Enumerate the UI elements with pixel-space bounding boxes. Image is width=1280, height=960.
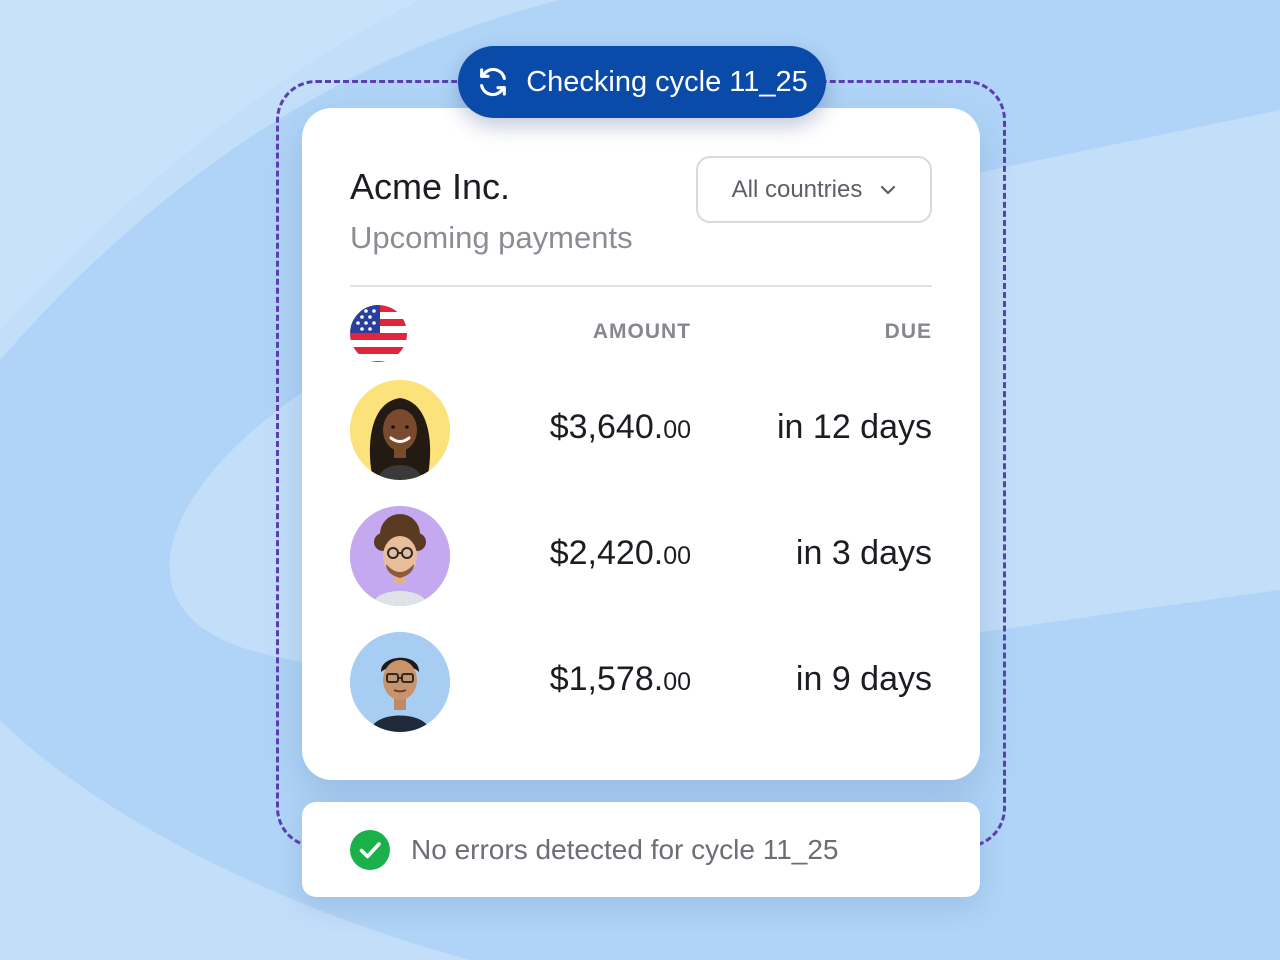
due-column-header: DUE <box>884 320 932 343</box>
amount-main: $1,578. <box>549 660 664 698</box>
payment-amount: $2,420.00 <box>550 534 691 573</box>
card-subtitle: Upcoming payments <box>350 220 633 255</box>
payment-row[interactable]: $1,578.00 in 9 days <box>350 632 932 732</box>
cycle-badge-label: Checking cycle 11_25 <box>526 65 808 98</box>
avatar <box>350 632 450 732</box>
payment-amount: $3,640.00 <box>550 408 691 447</box>
refresh-icon <box>480 67 507 97</box>
company-name: Acme Inc. <box>350 166 511 207</box>
payment-row[interactable]: $3,640.00 in 12 days <box>350 380 932 480</box>
status-message: No errors detected for cycle 11_25 <box>411 833 839 865</box>
validation-status-bar: No errors detected for cycle 11_25 <box>302 802 980 897</box>
country-filter-dropdown[interactable]: All countries <box>696 156 932 223</box>
amount-main: $3,640. <box>549 408 664 446</box>
country-filter-value: All countries <box>731 175 863 203</box>
amount-main: $2,420. <box>549 534 664 572</box>
cycle-badge: Checking cycle 11_25 <box>458 46 826 118</box>
payment-due: in 3 days <box>795 534 932 572</box>
payment-amount: $1,578.00 <box>550 660 691 699</box>
avatar <box>350 380 450 480</box>
amount-column-header: AMOUNT <box>592 320 691 343</box>
check-circle-icon <box>350 829 390 870</box>
payments-card: Acme Inc. Upcoming payments All countrie… <box>302 108 980 780</box>
payment-due: in 12 days <box>777 408 932 446</box>
amount-cents: 00 <box>663 416 691 444</box>
amount-cents: 00 <box>663 668 691 696</box>
chevron-down-icon <box>881 185 896 194</box>
payment-row[interactable]: $2,420.00 in 3 days <box>350 506 932 606</box>
payment-due: in 9 days <box>795 660 932 698</box>
header-divider <box>350 285 932 287</box>
amount-cents: 00 <box>663 542 691 570</box>
avatar <box>350 506 450 606</box>
us-flag-icon <box>350 305 407 362</box>
